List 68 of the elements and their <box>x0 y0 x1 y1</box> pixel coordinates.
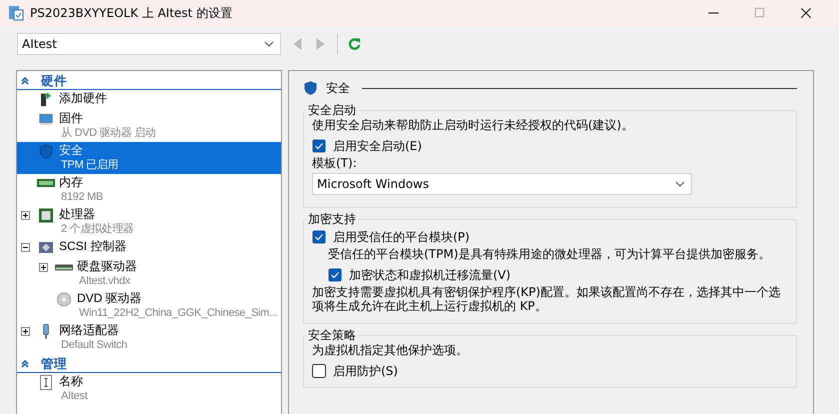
description-text: 加密支持需要虚拟机具有密钥保护程序(KP)配置。如果该配置尚不存在，选择其中一个选项将生成允许在此主机上运行虚拟机的 KP。 <box>312 285 782 313</box>
checkbox-label: 启用受信任的平台模块(P) <box>333 228 470 246</box>
sidebar-item[interactable]: 名称 AItest <box>17 373 281 405</box>
checked-checkbox[interactable] <box>312 230 326 244</box>
sidebar-item[interactable]: 内存 8192 MB <box>17 174 281 206</box>
sidebar-item[interactable]: 固件 从 DVD 驱动器 启动 <box>17 110 281 142</box>
group-title: 安全策略 <box>307 328 357 343</box>
sidebar-item[interactable]: 处理器 2 个虚拟处理器 <box>17 206 281 238</box>
refresh-icon[interactable] <box>348 37 361 51</box>
expand-icon[interactable] <box>39 262 48 272</box>
checkbox-label: 启用安全启动(E) <box>333 138 422 154</box>
expand-icon[interactable] <box>21 326 30 336</box>
group-title: 安全启动 <box>307 103 357 118</box>
item-detail: 2 个虚拟处理器 <box>60 222 134 237</box>
chip-icon <box>39 208 53 222</box>
device-plus-icon <box>39 92 53 106</box>
item-detail: 从 DVD 驱动器 启动 <box>60 126 156 141</box>
sidebar-item[interactable]: 网络适配器 Default Switch <box>17 322 281 354</box>
item-detail: AItest <box>60 389 88 404</box>
window-title: PS2023BXYYEOLK 上 AItest 的设置 <box>30 4 232 22</box>
controller-icon <box>39 240 53 254</box>
collapse-icon[interactable] <box>21 242 30 252</box>
group-title: 加密支持 <box>307 212 357 227</box>
item-detail: Win11_22H2_China_GGK_Chinese_Sim... <box>78 306 278 321</box>
memory-chip-icon <box>37 179 55 187</box>
sidebar-item[interactable]: SCSI 控制器 <box>17 238 281 258</box>
item-name: 硬盘驱动器 <box>77 259 137 274</box>
vm-select[interactable]: AItest <box>17 33 281 55</box>
item-detail: Default Switch <box>60 338 128 353</box>
item-detail: AItest.vhdx <box>78 274 130 289</box>
sidebar-item[interactable]: 安全 TPM 已启用 <box>17 142 281 174</box>
shield-icon <box>39 144 53 158</box>
checkbox-label: 加密状态和虚拟机迁移流量(V) <box>349 266 511 284</box>
collapse-icon[interactable] <box>21 77 29 85</box>
description-text: 为虚拟机指定其他保护选项。 <box>312 343 469 357</box>
disc-icon <box>57 292 71 306</box>
hard-drive-icon <box>55 263 73 271</box>
item-name: 名称 <box>59 374 83 389</box>
item-detail: TPM 已启用 <box>60 158 118 173</box>
checked-checkbox[interactable] <box>312 139 326 153</box>
expand-icon[interactable] <box>21 210 30 220</box>
checked-checkbox[interactable] <box>328 268 342 282</box>
item-name: DVD 驱动器 <box>77 291 142 306</box>
sidebar-item[interactable]: 硬盘驱动器 AItest.vhdx <box>17 258 281 290</box>
checkbox[interactable] <box>312 364 326 378</box>
monitor-icon <box>39 112 53 126</box>
collapse-icon[interactable] <box>21 360 29 368</box>
item-name: 内存 <box>59 175 83 190</box>
sidebar-item[interactable]: DVD 驱动器 Win11_22H2_China_GGK_Chinese_Sim... <box>17 290 281 322</box>
item-name: 网络适配器 <box>59 323 119 338</box>
item-name: 处理器 <box>59 207 95 222</box>
field-label: 模板(T): <box>312 156 358 171</box>
sidebar-item[interactable]: 添加硬件 <box>17 90 281 110</box>
checkbox-label: 启用防护(S) <box>333 362 398 380</box>
panel-title: 安全 <box>326 80 350 96</box>
item-name: 固件 <box>59 111 83 126</box>
section-title: 管理 <box>41 356 67 372</box>
item-name: 安全 <box>59 143 83 158</box>
settings-window-icon <box>8 5 24 21</box>
template-select[interactable]: Microsoft Windows <box>312 173 692 195</box>
item-detail: 8192 MB <box>60 190 103 205</box>
item-name: 添加硬件 <box>59 91 107 106</box>
description-text: 使用安全启动来帮助防止启动时运行未经授权的代码(建议)。 <box>312 118 634 132</box>
text-cursor-icon <box>39 374 53 390</box>
section-title: 硬件 <box>41 72 67 90</box>
description-text: 受信任的平台模块(TPM)是具有特殊用途的微处理器，可为计算平台提供加密服务。 <box>327 247 772 261</box>
item-name: SCSI 控制器 <box>59 239 126 254</box>
shield-icon <box>303 80 318 96</box>
